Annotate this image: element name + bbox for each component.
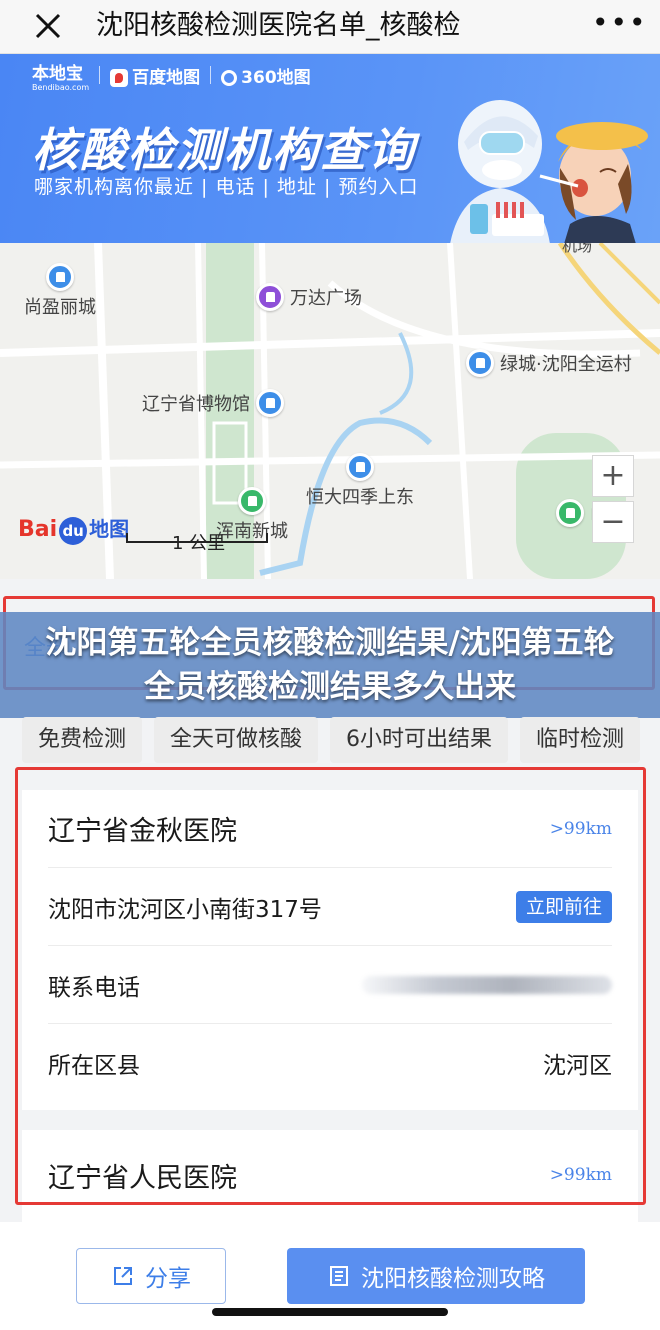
home-indicator[interactable] [212, 1308, 448, 1316]
divider [99, 66, 101, 84]
baidu-paw-icon: du [59, 517, 88, 545]
nucleic-test-illustration [450, 100, 648, 243]
chip-free-test[interactable]: 免费检测 [22, 717, 143, 763]
share-button[interactable]: 分享 [76, 1248, 226, 1304]
poi-shangyinglicheng[interactable]: 尚盈丽城 [24, 263, 96, 319]
map-scale-label: 1 公里 [172, 533, 226, 554]
document-icon [330, 1266, 348, 1286]
top-bar: 沈阳核酸检测医院名单_核酸检 ••• [0, 0, 660, 54]
partner-logos: 本地宝 Bendibao.com 百度地图 360地图 [32, 60, 311, 92]
banner-headline: 核酸检测机构查询 [32, 123, 416, 177]
chip-temporary[interactable]: 临时检测 [520, 717, 641, 763]
shopping-pin-icon [256, 283, 284, 311]
article-headline-overlay: 沈阳第五轮全员核酸检测结果/沈阳第五轮全员核酸检测结果多久出来 [0, 612, 660, 718]
building-pin-icon [346, 453, 374, 481]
poi-hengda-sijishangdong[interactable]: 恒大四季上东 [306, 453, 414, 509]
share-icon [114, 1267, 132, 1285]
highlight-frame-list [15, 767, 646, 1205]
chip-6h-result[interactable]: 6小时可出结果 [330, 717, 509, 763]
more-menu-icon[interactable]: ••• [592, 8, 646, 44]
baidu-map-logo: 百度地图 [110, 63, 200, 88]
building-pin-icon [46, 263, 74, 291]
article-headline: 沈阳第五轮全员核酸检测结果/沈阳第五轮全员核酸检测结果多久出来 [45, 625, 615, 705]
poi-liaoning-museum[interactable]: 辽宁省博物馆 [142, 389, 284, 417]
poi-lvcheng-quanyuncun[interactable]: 绿城·沈阳全运村 [466, 349, 632, 377]
banner[interactable]: 本地宝 Bendibao.com 百度地图 360地图 核酸检测机构查询 哪家机… [0, 54, 660, 243]
map-view[interactable]: 尚盈丽城 万达广场 绿城·沈阳全运村 辽宁省博物馆 恒大四季上东 浑南新城 山 … [0, 243, 660, 579]
page-title: 沈阳核酸检测医院名单_核酸检 [96, 10, 461, 41]
park-pin-icon [556, 499, 584, 527]
map360-logo: 360地图 [221, 63, 311, 88]
park-pin-icon [238, 487, 266, 515]
banner-subline: 哪家机构离你最近 | 电话 | 地址 | 预约入口 [34, 176, 419, 198]
baidu-map-watermark: Bai du 地图 [18, 513, 129, 545]
baidu-pin-icon [110, 68, 129, 87]
page: 沈阳核酸检测医院名单_核酸检 ••• 本地宝 Bendibao.com 百度地图… [0, 0, 660, 1330]
museum-pin-icon [256, 389, 284, 417]
bendibao-logo: 本地宝 Bendibao.com [32, 63, 90, 92]
filter-chips: 免费检测 全天可做核酸 6小时可出结果 临时检测 [22, 717, 641, 763]
ring-icon [221, 69, 238, 86]
building-pin-icon [466, 349, 494, 377]
bottom-action-bar: 分享 沈阳核酸检测攻略 [0, 1222, 660, 1330]
close-icon[interactable] [30, 8, 66, 44]
zoom-in-button[interactable]: + [592, 455, 634, 497]
poi-airport[interactable]: 机场 [562, 243, 592, 256]
divider [210, 66, 212, 84]
zoom-out-button[interactable]: − [592, 501, 634, 543]
share-label: 分享 [145, 1266, 191, 1292]
poi-wanda-plaza[interactable]: 万达广场 [256, 283, 362, 311]
guide-button[interactable]: 沈阳核酸检测攻略 [287, 1248, 585, 1304]
guide-label: 沈阳核酸检测攻略 [361, 1266, 545, 1292]
chip-all-day[interactable]: 全天可做核酸 [154, 717, 319, 763]
